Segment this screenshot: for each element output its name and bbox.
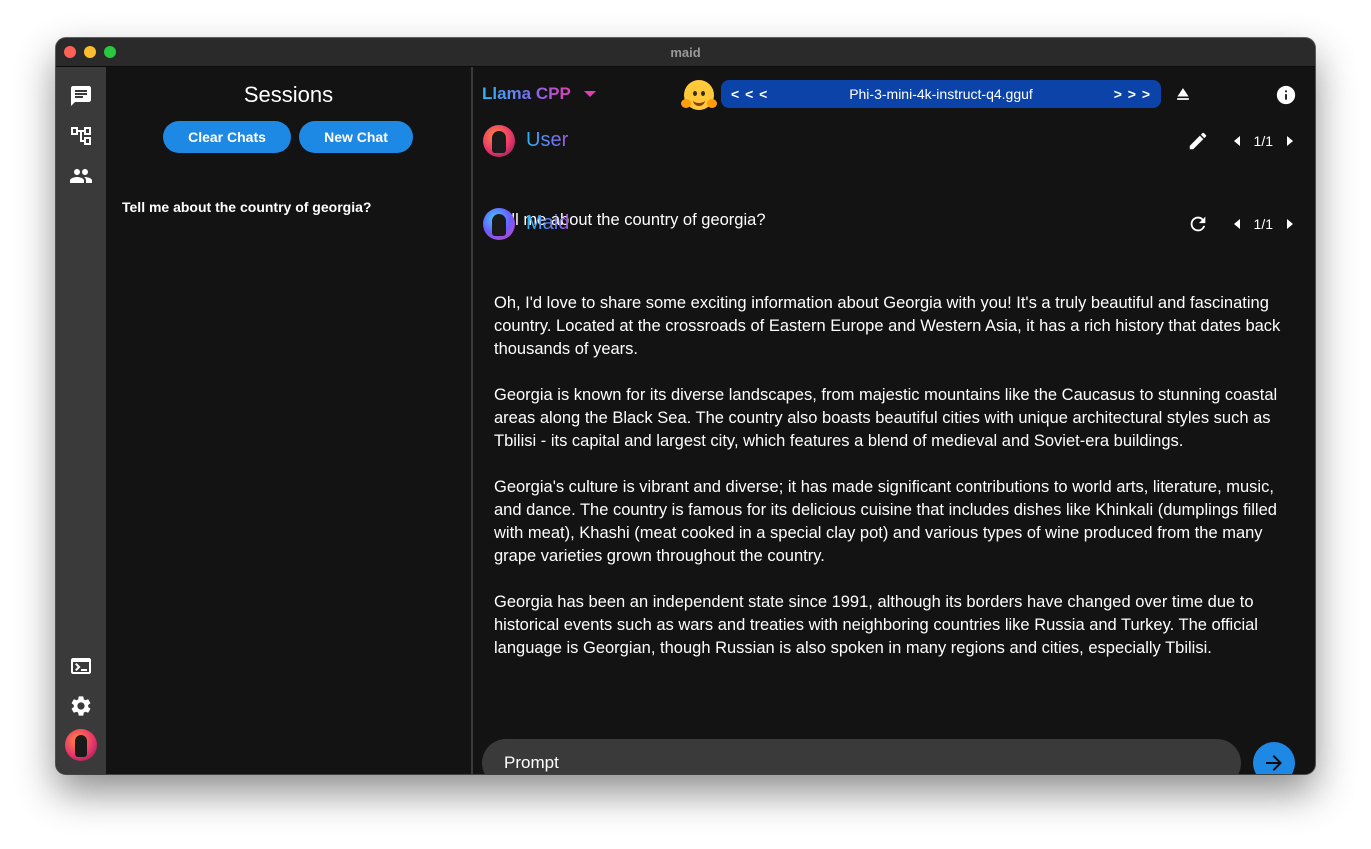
- avatar[interactable]: [65, 729, 97, 761]
- assistant-avatar: [483, 208, 515, 240]
- model-name[interactable]: Phi-3-mini-4k-instruct-q4.gguf: [849, 86, 1033, 102]
- previous-version-icon[interactable]: [1230, 216, 1246, 232]
- message-tools: 1/1: [1186, 129, 1297, 153]
- prompt-input[interactable]: [502, 752, 1241, 774]
- assistant-message-body: Oh, I'd love to share some exciting info…: [494, 292, 1295, 660]
- arrow-right-icon: [1266, 755, 1282, 771]
- api-selector[interactable]: Llama CPP: [482, 84, 571, 104]
- zoom-window-button[interactable]: [104, 46, 116, 58]
- new-chat-button[interactable]: New Chat: [299, 121, 413, 153]
- message-paragraph: Georgia has been an independent state si…: [494, 593, 1258, 657]
- model-selector: < < < Phi-3-mini-4k-instruct-q4.gguf > >…: [721, 80, 1161, 108]
- window-title: maid: [670, 44, 701, 60]
- chat-icon[interactable]: [69, 84, 93, 108]
- user-avatar: [483, 125, 515, 157]
- regenerate-icon[interactable]: [1186, 212, 1210, 236]
- title-bar: maid: [56, 38, 1315, 67]
- clear-chats-button[interactable]: Clear Chats: [163, 121, 291, 153]
- message-paragraph: Georgia is known for its diverse landsca…: [494, 386, 1278, 450]
- app-window: maid Sessions Clear Chats New Chat Tell …: [56, 38, 1315, 774]
- minimize-window-button[interactable]: [84, 46, 96, 58]
- message-paragraph: Georgia's culture is vibrant and diverse…: [494, 478, 1277, 565]
- message-tools: 1/1: [1186, 212, 1297, 236]
- message-paragraph: Oh, I'd love to share some exciting info…: [494, 294, 1281, 358]
- chat-panel: Llama CPP < < < Phi-3-mini-4k-instruct-q…: [473, 67, 1315, 774]
- hugging-face-icon[interactable]: [681, 80, 717, 110]
- sender-name: User: [526, 129, 569, 151]
- send-button[interactable]: [1253, 742, 1295, 774]
- user-message-header: User 1/1: [483, 125, 1305, 157]
- sessions-title: Sessions: [243, 82, 334, 107]
- edit-icon[interactable]: [1186, 129, 1210, 153]
- next-model-button[interactable]: > > >: [1114, 86, 1151, 102]
- people-icon[interactable]: [69, 164, 93, 188]
- gear-icon[interactable]: [69, 694, 93, 718]
- previous-version-icon[interactable]: [1230, 133, 1246, 149]
- close-window-button[interactable]: [64, 46, 76, 58]
- sessions-panel: Sessions Clear Chats New Chat Tell me ab…: [106, 67, 473, 774]
- prompt-box: [482, 739, 1241, 774]
- window-controls: [64, 46, 116, 58]
- previous-model-button[interactable]: < < <: [731, 86, 768, 102]
- nav-rail: [56, 67, 106, 774]
- model-tree-icon[interactable]: [69, 124, 93, 148]
- dropdown-caret-icon[interactable]: [584, 91, 596, 97]
- version-pager: 1/1: [1253, 216, 1273, 232]
- avatar-figure: [75, 735, 87, 757]
- next-version-icon[interactable]: [1281, 133, 1297, 149]
- eject-icon[interactable]: [1173, 84, 1193, 104]
- version-pager: 1/1: [1253, 133, 1273, 149]
- terminal-icon[interactable]: [69, 654, 93, 678]
- session-item[interactable]: Tell me about the country of georgia?: [122, 199, 371, 215]
- assistant-message-header: Maid 1/1: [483, 208, 1305, 240]
- sender-name: Maid: [526, 212, 570, 234]
- sessions-actions: Clear Chats New Chat: [163, 121, 413, 153]
- next-version-icon[interactable]: [1281, 216, 1297, 232]
- info-icon[interactable]: [1275, 84, 1297, 106]
